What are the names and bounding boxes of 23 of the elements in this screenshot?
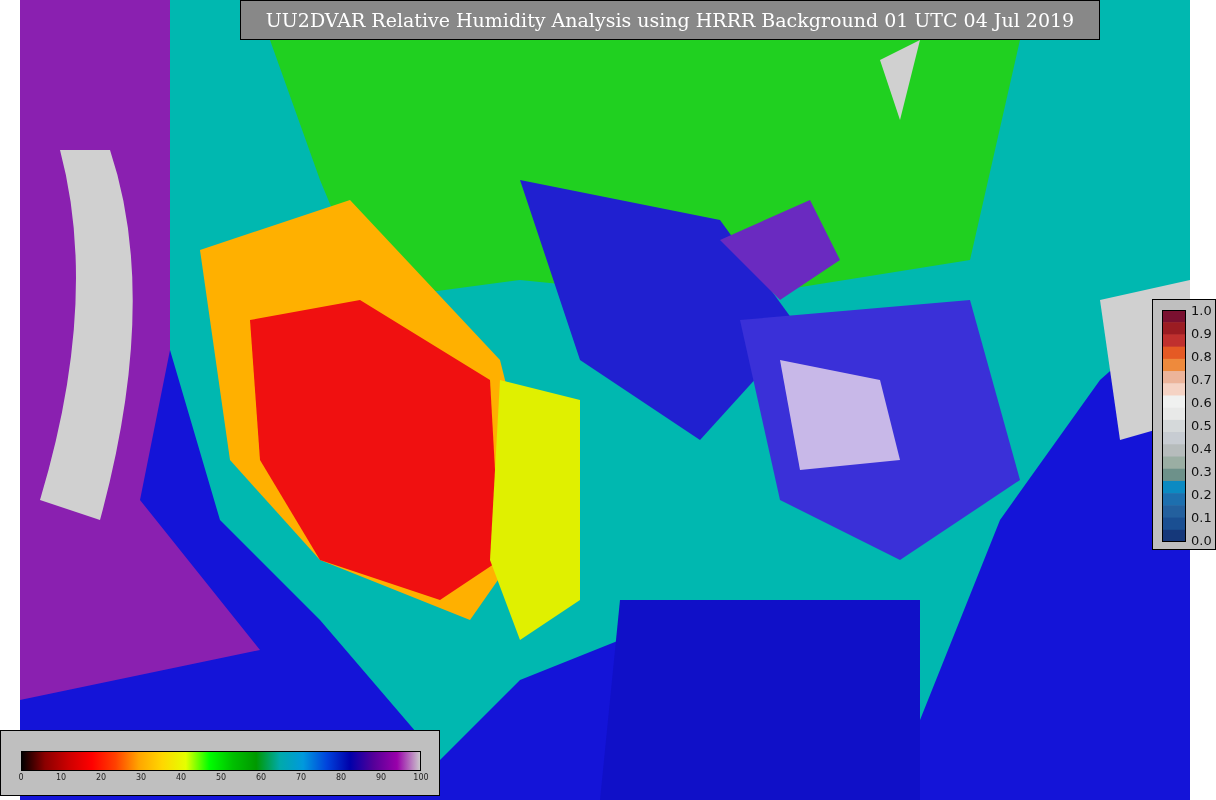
tick-label: 100 (413, 774, 429, 782)
tick-label: 0 (18, 774, 24, 782)
tick-label: 0.9 (1191, 326, 1212, 340)
tick-label: 0.4 (1191, 441, 1212, 455)
tick-label: 0.2 (1191, 487, 1212, 501)
tick-label: 30 (135, 774, 147, 782)
tick-label: 0.5 (1191, 418, 1212, 432)
tick-label: 1.0 (1191, 303, 1212, 317)
tick-label: 0.3 (1191, 464, 1212, 478)
tick-label: 60 (255, 774, 267, 782)
tick-label: 0.6 (1191, 395, 1212, 409)
tick-label: 90 (375, 774, 387, 782)
tick-label: 0.8 (1191, 349, 1212, 363)
tick-label: 40 (175, 774, 187, 782)
tick-label: 70 (295, 774, 307, 782)
tick-label: 0.1 (1191, 510, 1212, 524)
map-title: UU2DVAR Relative Humidity Analysis using HRRR Background 01 UTC 04 Jul 2019 (240, 0, 1100, 40)
tick-label: 0.0 (1191, 533, 1212, 547)
tick-label: 20 (95, 774, 107, 782)
tick-label: 80 (335, 774, 347, 782)
tick-label: 0.7 (1191, 372, 1212, 386)
tick-label: 50 (215, 774, 227, 782)
tick-label: 10 (55, 774, 67, 782)
